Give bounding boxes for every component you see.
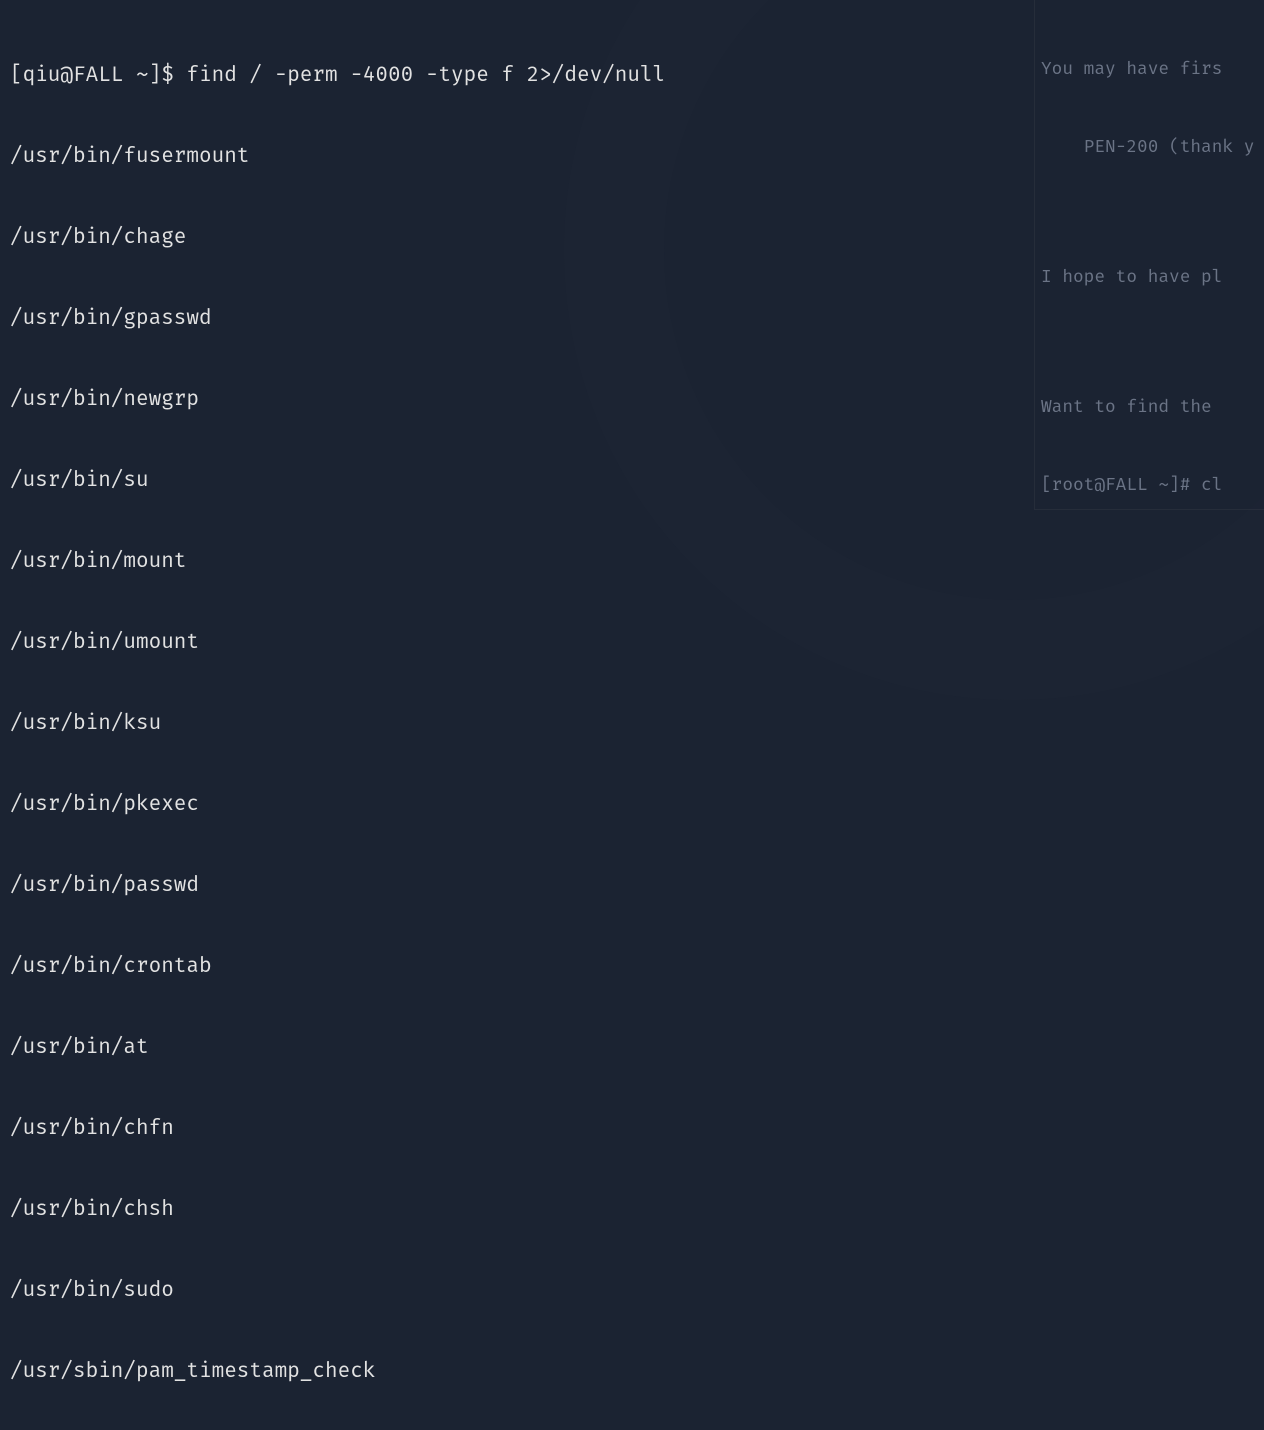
- output-line: /usr/bin/sudo: [10, 1276, 716, 1303]
- secondary-line: You may have firs: [1041, 55, 1264, 81]
- output-line: /usr/bin/chage: [10, 223, 716, 250]
- output-line: /usr/bin/chsh: [10, 1195, 716, 1222]
- shell-command: find / -perm -4000 -type f 2>/dev/null: [186, 61, 665, 87]
- output-line: /usr/bin/crontab: [10, 952, 716, 979]
- output-line: /usr/sbin/pam_timestamp_check: [10, 1357, 716, 1384]
- output-line: /usr/bin/su: [10, 466, 716, 493]
- secondary-line: Want to find the: [1041, 393, 1264, 419]
- output-line: /usr/bin/chfn: [10, 1114, 716, 1141]
- secondary-line: I hope to have pl: [1041, 263, 1264, 289]
- terminal-main[interactable]: [qiu@FALL ~]$ find / -perm -4000 -type f…: [0, 0, 726, 1430]
- output-line: /usr/bin/gpasswd: [10, 304, 716, 331]
- secondary-root-prompt: [root@FALL ~]# cl: [1041, 471, 1264, 497]
- output-line: /usr/bin/mount: [10, 547, 716, 574]
- shell-prompt: [qiu@FALL ~]$: [10, 61, 186, 87]
- secondary-line: PEN-200 (thank y: [1041, 133, 1264, 159]
- output-line: /usr/bin/umount: [10, 628, 716, 655]
- terminal-secondary[interactable]: You may have firs PEN-200 (thank y I hop…: [1034, 0, 1264, 510]
- output-line: /usr/bin/at: [10, 1033, 716, 1060]
- output-line: /usr/bin/ksu: [10, 709, 716, 736]
- terminal-command-line: [qiu@FALL ~]$ find / -perm -4000 -type f…: [10, 61, 716, 88]
- output-line: /usr/bin/passwd: [10, 871, 716, 898]
- output-line: /usr/bin/pkexec: [10, 790, 716, 817]
- output-line: /usr/bin/newgrp: [10, 385, 716, 412]
- output-line: /usr/bin/fusermount: [10, 142, 716, 169]
